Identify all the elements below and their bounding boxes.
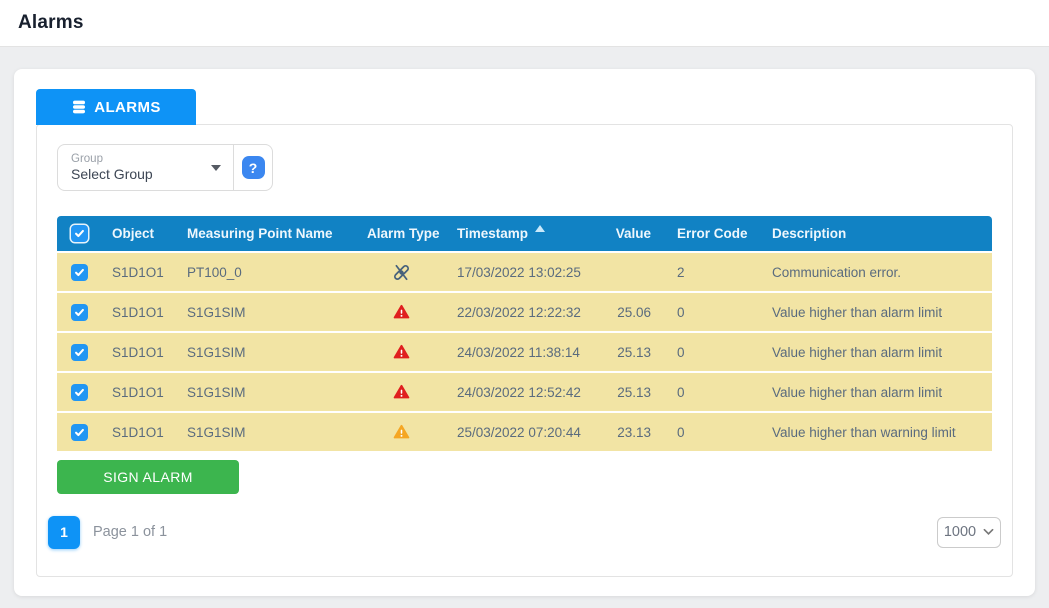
question-mark-icon: ? [241,156,265,179]
page-title: Alarms [18,12,84,33]
column-header-object[interactable]: Object [101,216,176,251]
row-checkbox[interactable] [70,263,88,281]
red-alarm-icon [356,333,446,371]
cell-error-code: 0 [677,304,685,320]
alarms-card: ALARMS Group Select Group ? Object Measu… [14,69,1035,596]
page-size-select[interactable]: 1000 [937,516,1001,548]
cell-measuring-point-name: S1G1SIM [187,384,246,400]
cell-timestamp: 22/03/2022 12:22:32 [457,304,581,320]
cell-value: 25.13 [617,344,651,360]
row-checkbox[interactable] [70,303,88,321]
cell-timestamp: 24/03/2022 12:52:42 [457,384,581,400]
cell-value [608,253,663,291]
cell-description: Value higher than alarm limit [772,304,943,320]
cell-object: S1D1O1 [112,264,164,280]
group-selected-value: Select Group [71,166,153,182]
red-alarm-icon [356,293,446,331]
page-info: Page 1 of 1 [93,524,168,540]
cell-value: 25.13 [617,384,651,400]
column-header-value[interactable]: Value [608,216,663,251]
help-button[interactable]: ? [233,145,272,190]
cell-measuring-point-name: PT100_0 [187,264,242,280]
cell-value: 23.13 [617,424,651,440]
cell-timestamp: 24/03/2022 11:38:14 [457,344,580,360]
alarms-table: Object Measuring Point Name Alarm Type T… [57,216,992,451]
cell-error-code: 0 [677,384,685,400]
red-alarm-icon [356,373,446,411]
table-row: S1D1O1 S1G1SIM 25/03/2022 07:20:44 23.13… [57,413,992,451]
broken-link-icon [356,253,446,291]
column-header-timestamp[interactable]: Timestamp [446,216,608,251]
cell-timestamp: 17/03/2022 13:02:25 [457,264,581,280]
cell-error-code: 0 [677,344,685,360]
alarms-tab-panel: Group Select Group ? Object Measuring Po… [36,124,1013,577]
select-all-checkbox[interactable] [70,225,88,242]
table-row: S1D1O1 PT100_0 17/03/2022 13:02:25 2 Com… [57,253,992,291]
cell-object: S1D1O1 [112,344,164,360]
column-header-alarm-type[interactable]: Alarm Type [356,216,446,251]
column-header-measuring-point-name[interactable]: Measuring Point Name [176,216,356,251]
topbar: Alarms [0,0,1049,47]
cell-description: Value higher than alarm limit [772,384,943,400]
table-row: S1D1O1 S1G1SIM 24/03/2022 11:38:14 25.13… [57,333,992,371]
cell-measuring-point-name: S1G1SIM [187,304,246,320]
row-checkbox[interactable] [70,383,88,401]
group-label: Group [71,153,103,165]
dropdown-arrow-icon [211,164,221,171]
cell-description: Value higher than warning limit [772,424,956,440]
orange-warning-icon [356,413,446,451]
column-header-description[interactable]: Description [757,216,992,251]
cell-object: S1D1O1 [112,384,164,400]
chevron-down-icon [983,528,994,536]
cell-value: 25.06 [617,304,651,320]
database-icon [71,99,87,115]
column-header-error-code[interactable]: Error Code [663,216,757,251]
cell-description: Value higher than alarm limit [772,344,943,360]
cell-description: Communication error. [772,264,902,280]
cell-error-code: 0 [677,424,685,440]
cell-object: S1D1O1 [112,304,164,320]
table-header-row: Object Measuring Point Name Alarm Type T… [57,216,992,251]
table-body: S1D1O1 PT100_0 17/03/2022 13:02:25 2 Com… [57,253,992,451]
cell-error-code: 2 [677,264,685,280]
cell-measuring-point-name: S1G1SIM [187,424,246,440]
row-checkbox[interactable] [70,343,88,361]
page-size-value: 1000 [943,524,977,540]
tab-alarms-label: ALARMS [94,98,161,116]
tab-alarms[interactable]: ALARMS [36,89,196,125]
table-row: S1D1O1 S1G1SIM 24/03/2022 12:52:42 25.13… [57,373,992,411]
cell-timestamp: 25/03/2022 07:20:44 [457,424,581,440]
page-1-button[interactable]: 1 [48,515,80,549]
cell-object: S1D1O1 [112,424,164,440]
group-select[interactable]: Group Select Group [58,145,233,190]
sign-alarm-button[interactable]: SIGN ALARM [57,460,239,494]
row-checkbox[interactable] [70,423,88,441]
pagination: 1 Page 1 of 1 1000 [48,515,1001,549]
table-row: S1D1O1 S1G1SIM 22/03/2022 12:22:32 25.06… [57,293,992,331]
cell-measuring-point-name: S1G1SIM [187,344,246,360]
group-select-container: Group Select Group ? [57,144,273,191]
sort-ascending-icon [535,225,546,232]
